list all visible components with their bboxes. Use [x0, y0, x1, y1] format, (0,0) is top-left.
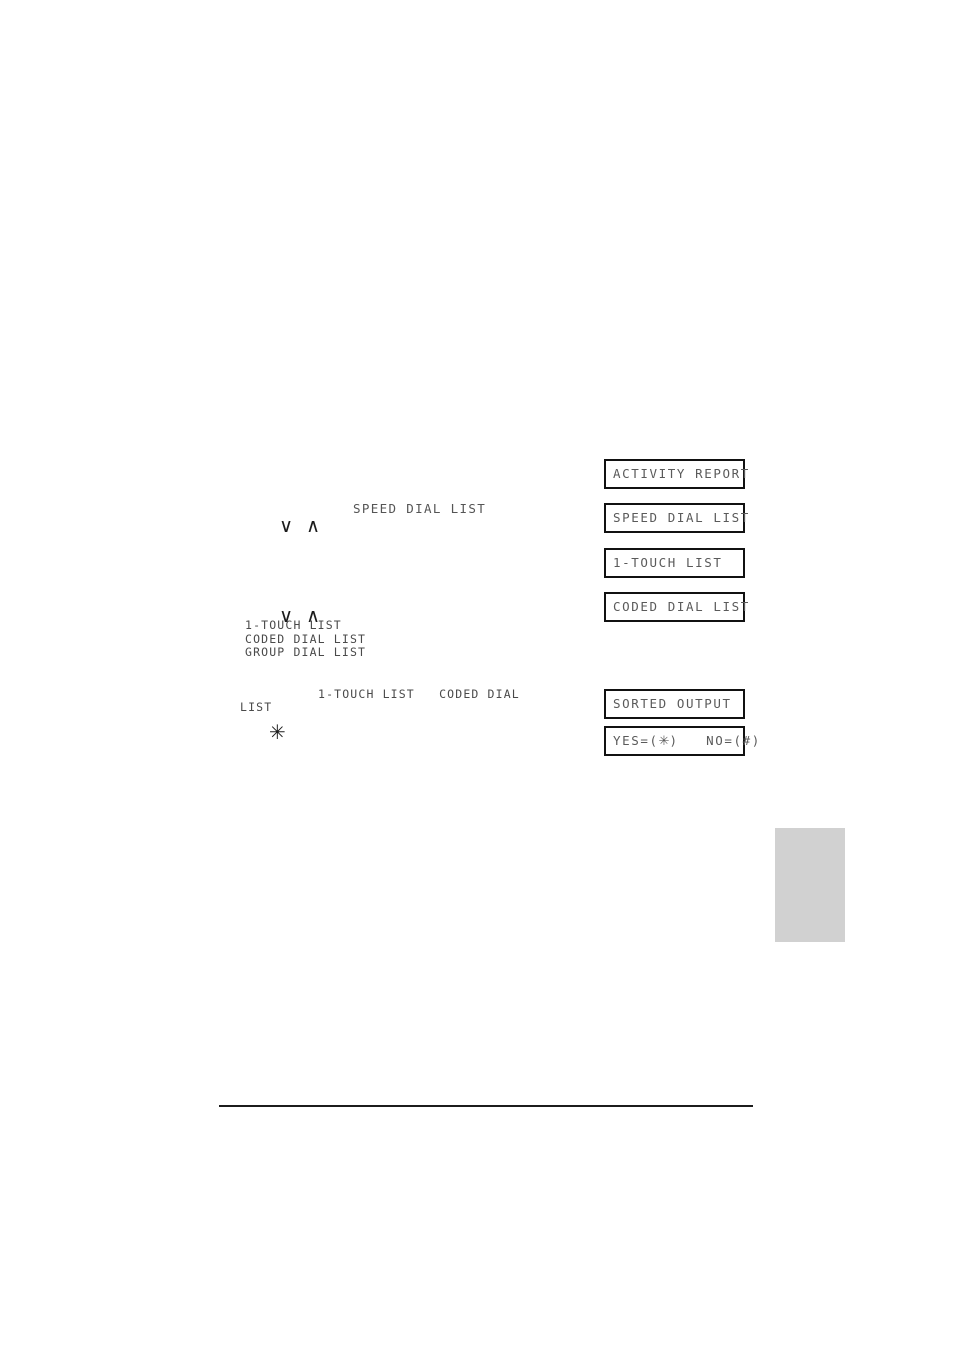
lcd-text-one-touch-list: 1-TOUCH LIST — [613, 554, 723, 570]
sorted-output-step-line-2: LIST — [240, 700, 273, 714]
lcd-display-speed-dial-list: SPEED DIAL LIST — [604, 503, 748, 533]
lcd-text-activity-report: ACTIVITY REPORT — [613, 465, 750, 481]
lcd-yes-prefix: YES=( — [613, 732, 659, 748]
lcd-display-sorted-output: SORTED OUTPUT — [604, 689, 745, 719]
submenu-item-coded-dial-list: CODED DIAL LIST — [245, 631, 367, 646]
lcd-text-coded-dial-list: CODED DIAL LIST — [613, 598, 750, 614]
chapter-index-tab — [775, 828, 845, 942]
step-text-speed-dial-list: SPEED DIAL LIST — [353, 501, 487, 516]
lcd-display-yes-no-prompt: YES=(✳) NO=(#) — [604, 726, 759, 756]
submenu-item-1-touch-list: 1-TOUCH LIST — [245, 618, 342, 632]
lcd-text-sorted-output: SORTED OUTPUT — [613, 695, 732, 711]
lcd-display-one-touch-list: 1-TOUCH LIST — [604, 548, 745, 578]
lcd-asterisk-icon: ✳ — [658, 733, 670, 749]
sorted-output-step-line-1: 1-TOUCH LIST CODED DIAL — [318, 687, 520, 701]
lcd-text-yes-no-prompt: YES=(✳) NO=(#) — [613, 732, 761, 749]
lcd-no-text: NO=(#) — [706, 732, 761, 748]
start-asterisk-key-icon: ✳ — [269, 720, 286, 744]
lcd-text-speed-dial-list: SPEED DIAL LIST — [613, 509, 750, 525]
lcd-display-coded-dial-list: CODED DIAL LIST — [604, 592, 748, 622]
lcd-yes-suffix: ) — [669, 732, 679, 748]
lcd-prompt-spacer — [679, 733, 706, 748]
submenu-item-group-dial-list: GROUP DIAL LIST — [245, 645, 367, 659]
arrow-key-pair-select-report: ∨ ∧ — [255, 498, 320, 555]
up-arrow-key-icon: ∧ — [306, 515, 321, 537]
down-arrow-key-icon: ∨ — [279, 515, 294, 537]
manual-page: ∨ ∧ SPEED DIAL LIST ∨ ∧ 1-TOUCH LIST CODED… — [0, 0, 954, 1351]
submenu-option-list: 1-TOUCH LIST CODED DIAL LIST GROUP DIAL … — [245, 618, 367, 660]
lcd-display-activity-report: ACTIVITY REPORT — [604, 459, 748, 489]
footer-divider-rule — [219, 1105, 753, 1107]
